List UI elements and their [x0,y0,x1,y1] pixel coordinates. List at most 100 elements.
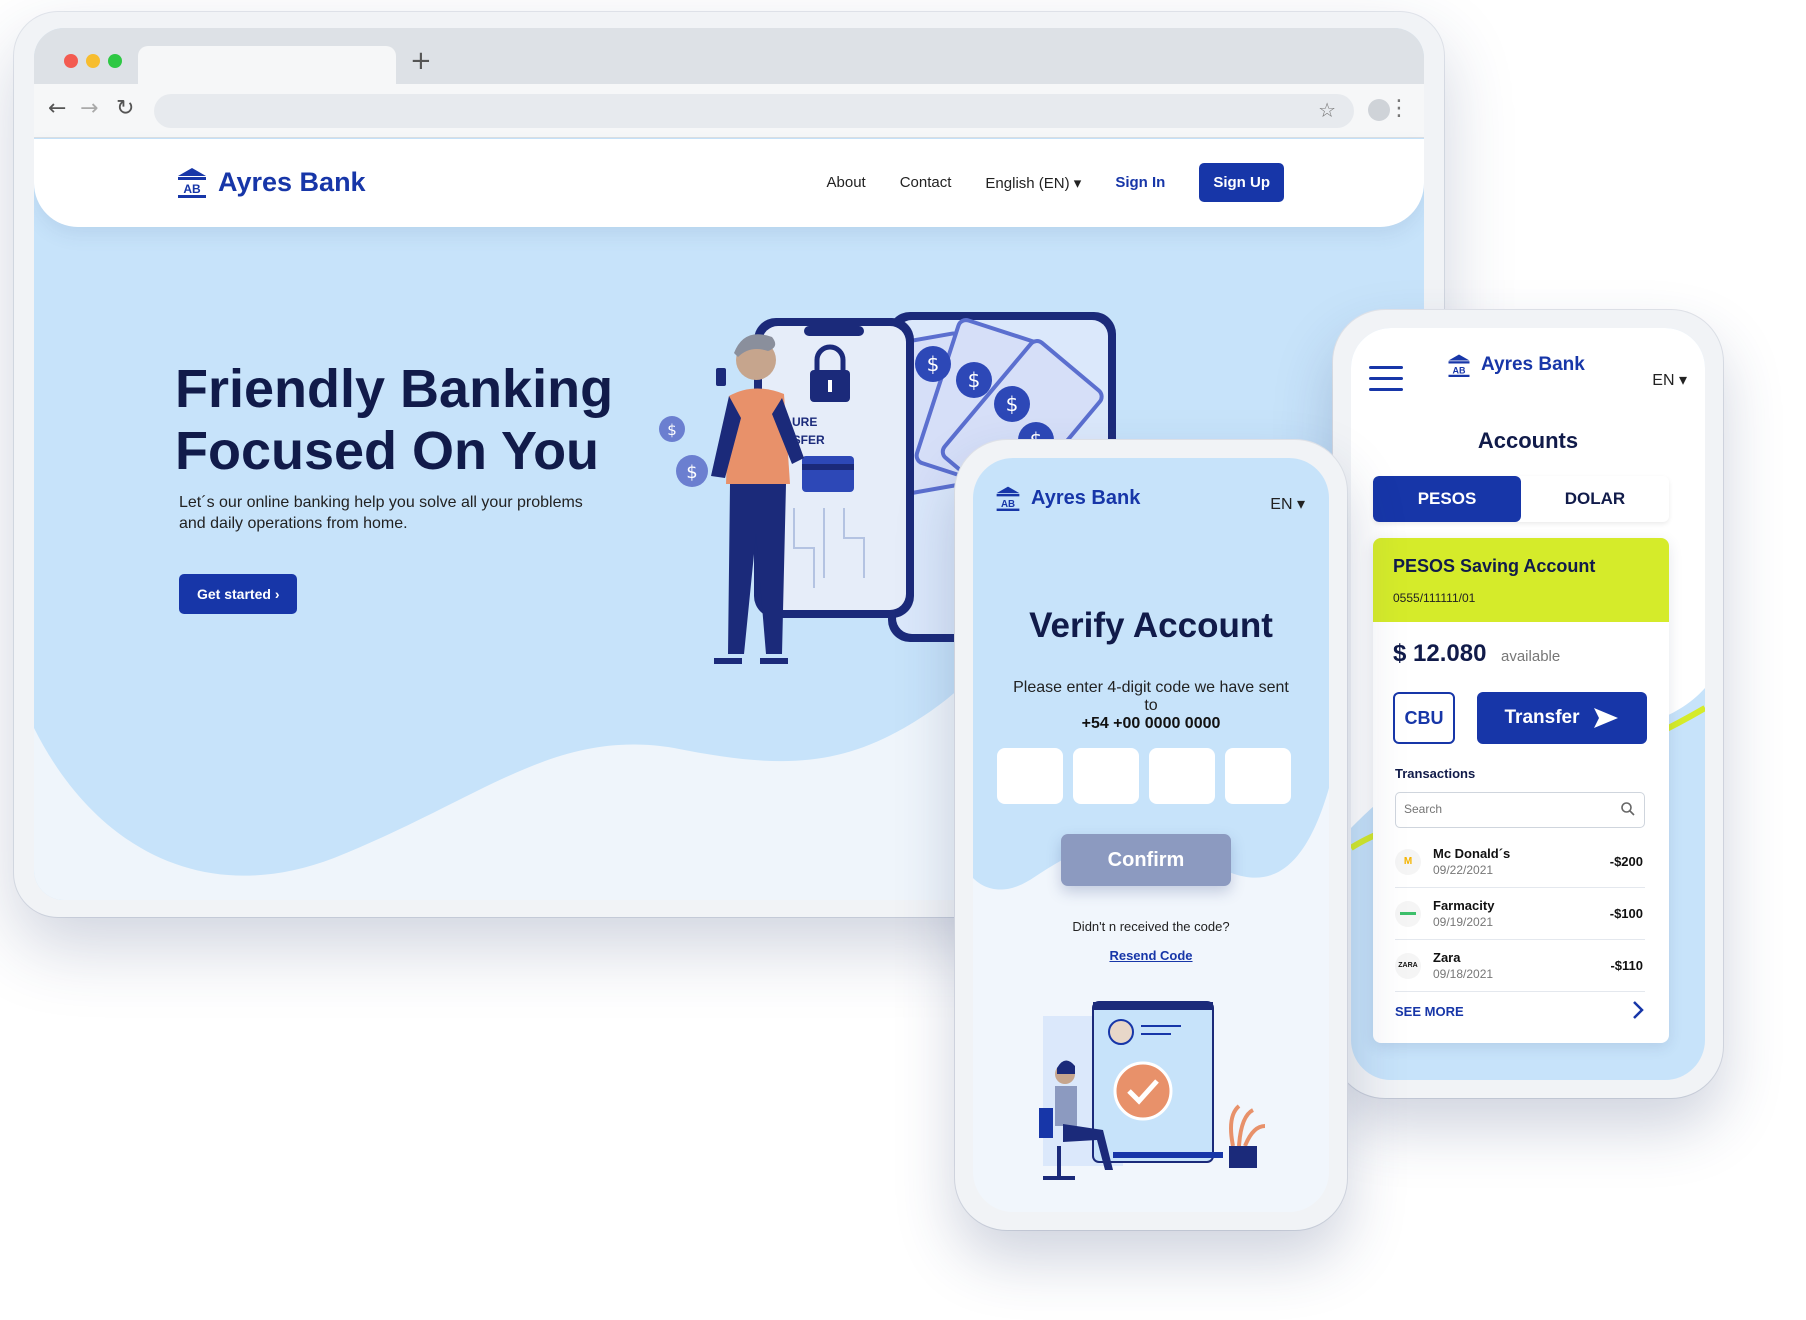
bank-logo-icon: AB [1448,354,1470,377]
tab-dolar[interactable]: DOLAR [1521,476,1669,522]
transaction-name: Farmacity [1433,898,1495,913]
logo-mark-text: AB [1453,365,1466,375]
verify-language-dropdown[interactable]: EN ▾ [1270,494,1305,514]
transaction-date: 09/22/2021 [1433,863,1494,877]
accounts-language-label: EN [1652,372,1675,389]
new-tab-icon[interactable]: + [410,46,432,76]
verify-logo[interactable]: AB Ayres Bank [995,484,1140,512]
transactions-list: M Mc Donald´s 09/22/2021 -$200 Farmacity… [1395,836,1645,992]
hero-title-line2: Focused On You [175,421,600,481]
code-digit-4[interactable] [1225,748,1291,804]
get-started-button[interactable]: Get started › [179,574,298,614]
transfer-label: Transfer [1504,707,1580,728]
transaction-name: Mc Donald´s [1433,846,1511,861]
transaction-date: 09/18/2021 [1433,967,1494,981]
code-digit-3[interactable] [1149,748,1215,804]
verify-phone-number: +54 +00 0000 0000 [1081,715,1221,732]
plant-icon [1229,1104,1266,1147]
accounts-screen: AB Ayres Bank EN ▾ Accounts PESOS DOLAR … [1351,328,1705,1080]
svg-text:$: $ [968,368,981,392]
mcdonalds-logo-icon: M [1395,848,1421,875]
language-dropdown[interactable]: English (EN) ▾ [985,174,1081,192]
svg-text:$: $ [927,352,940,376]
accounts-title: Accounts [1477,428,1579,453]
site-logo[interactable]: AB Ayres Bank [176,165,366,199]
table-row[interactable]: M Mc Donald´s 09/22/2021 -$200 [1395,836,1645,888]
hamburger-menu-icon[interactable] [1369,366,1403,392]
transaction-date: 09/19/2021 [1433,915,1494,929]
verify-screen: AB Ayres Bank EN ▾ Verify Account Please… [973,458,1329,1212]
search-icon[interactable] [1620,801,1636,817]
svg-text:$: $ [686,462,697,483]
accounts-brand-name: Ayres Bank [1481,354,1585,375]
back-arrow-icon[interactable]: ← [48,96,66,121]
send-arrow-icon [1594,708,1619,728]
code-digit-1[interactable] [997,748,1063,804]
verify-brand-name: Ayres Bank [1031,486,1141,509]
zara-logo-icon: ZARA [1395,952,1421,979]
accounts-logo[interactable]: AB Ayres Bank [1447,352,1585,378]
caret-down-icon: ▾ [1073,174,1082,192]
credit-card-icon [802,456,854,492]
chevron-right-icon: › [274,586,280,602]
tab-pesos[interactable]: PESOS [1373,476,1521,522]
hero-title: Friendly Banking Focused On You [175,358,613,482]
check-badge-icon [1113,1061,1173,1121]
transaction-amount: -$200 [1609,854,1643,869]
transactions-search [1395,792,1645,828]
confirm-button[interactable]: Confirm [1061,834,1231,886]
account-card-header[interactable]: PESOS Saving Account 0555/111111/01 [1373,538,1669,622]
code-digit-2[interactable] [1073,748,1139,804]
tab-bar: + [34,28,1424,84]
chevron-right-icon[interactable] [1631,1000,1645,1020]
account-card: PESOS Saving Account 0555/111111/01 $ 12… [1373,538,1669,1043]
verify-title: Verify Account [1029,606,1273,645]
search-input[interactable] [1404,793,1604,825]
table-row[interactable]: ZARA Zara 09/18/2021 -$110 [1395,940,1645,992]
sign-up-button[interactable]: Sign Up [1199,163,1284,202]
nav-contact-link[interactable]: Contact [900,174,952,191]
sign-in-link[interactable]: Sign In [1115,174,1165,191]
transactions-label: Transactions [1395,766,1476,781]
accounts-language-dropdown[interactable]: EN ▾ [1652,370,1687,390]
caret-down-icon: ▾ [1678,372,1687,389]
avatar [1108,1019,1134,1045]
reload-icon[interactable]: ↻ [116,96,134,121]
browser-tab[interactable] [138,46,396,84]
logo-mark-text: AB [183,182,201,196]
bank-logo-icon: AB [178,168,206,198]
code-inputs [997,748,1291,804]
address-bar[interactable]: ☆ [154,94,1354,128]
caret-down-icon: ▾ [1296,496,1305,513]
maximize-window-dot[interactable] [108,54,122,68]
nav-about-link[interactable]: About [827,174,866,191]
kebab-menu-icon[interactable]: ⋮ [1388,96,1410,121]
site-brand-name: Ayres Bank [218,166,366,197]
language-dropdown-label: English (EN) [985,174,1070,192]
account-name: PESOS Saving Account [1393,556,1596,576]
verify-message: Please enter 4-digit code we have sent t… [1013,679,1289,714]
transaction-amount: -$110 [1610,958,1643,973]
farmacity-logo-icon [1395,900,1421,927]
transfer-button[interactable]: Transfer [1477,692,1647,744]
see-more-link[interactable]: SEE MORE [1395,1004,1464,1019]
profile-avatar-icon[interactable] [1368,99,1390,121]
forward-arrow-icon[interactable]: → [80,96,98,121]
verify-background-wave [973,458,1329,890]
minimize-window-dot[interactable] [86,54,100,68]
get-started-label: Get started [197,586,271,602]
star-icon[interactable]: ☆ [1318,98,1336,122]
cbu-button[interactable]: CBU [1393,692,1455,744]
resend-code-link[interactable]: Resend Code [973,948,1329,963]
close-window-dot[interactable] [64,54,78,68]
bank-logo-icon: AB [996,486,1020,511]
svg-text:$: $ [1006,392,1019,416]
transaction-amount: -$100 [1609,906,1643,921]
secure-transfer-text-line1: URE [792,415,817,429]
site-header: AB Ayres Bank About Contact English (EN)… [34,139,1424,227]
svg-text:$: $ [667,421,677,439]
resend-question: Didn't n received the code? [1072,919,1230,934]
table-row[interactable]: Farmacity 09/19/2021 -$100 [1395,888,1645,940]
account-number: 0555/111111/01 [1393,591,1476,605]
logo-mark-text: AB [1001,499,1015,510]
